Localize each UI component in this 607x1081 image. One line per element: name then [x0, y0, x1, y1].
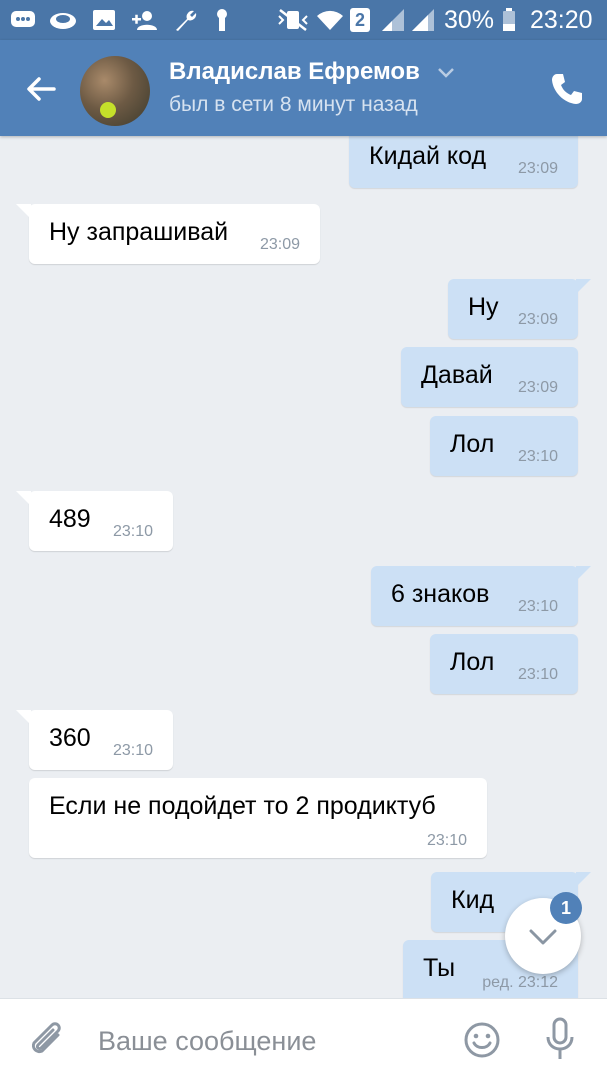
message-outgoing[interactable]: Давай 23:09: [401, 347, 578, 407]
paperclip-icon: [31, 1022, 61, 1054]
battery-icon: [502, 8, 516, 32]
unread-count-badge: 1: [550, 892, 582, 924]
vibrate-mute-icon: [276, 8, 310, 32]
message-text: Ну запрашивай: [49, 218, 229, 246]
message-text: Ну: [468, 293, 499, 321]
attach-button[interactable]: [28, 1019, 68, 1063]
keyhole-icon: [214, 8, 230, 32]
message-text: Если не подойдет то 2 продиктуб: [49, 792, 436, 820]
message-time: 23:09: [517, 160, 558, 177]
status-bar: 2 30% 23:20: [0, 0, 607, 40]
message-incoming[interactable]: 489 23:10: [16, 491, 173, 551]
wrench-icon: [172, 8, 198, 32]
message-text: Давай: [421, 361, 493, 389]
message-incoming[interactable]: Если не подойдет то 2 продиктуб 23:10: [29, 778, 487, 858]
message-time: 23:10: [517, 598, 558, 615]
message-incoming[interactable]: 360 23:10: [16, 710, 173, 770]
message-time: 23:10: [426, 832, 467, 849]
image-notification-icon: [92, 8, 116, 32]
message-time: ред. 23:12: [482, 974, 558, 991]
message-text: Лол: [450, 648, 495, 676]
wifi-icon: [316, 8, 344, 32]
message-text: Лол: [450, 430, 495, 458]
chat-header: Владислав Ефремов был в сети 8 минут наз…: [0, 40, 607, 136]
phone-icon: [552, 74, 582, 104]
avatar-highlight: [100, 102, 116, 118]
call-button[interactable]: [548, 70, 586, 108]
message-time: 23:10: [517, 448, 558, 465]
last-seen-status: был в сети 8 минут назад: [169, 93, 418, 116]
message-list[interactable]: Кидай код 23:09 Ну запрашивай 23:09 Ну 2…: [0, 136, 607, 998]
message-outgoing[interactable]: 6 знаков 23:10: [371, 566, 591, 626]
message-time: 23:09: [517, 379, 558, 396]
message-time: 23:09: [517, 311, 558, 328]
message-text: Ты: [423, 954, 456, 982]
emoji-button[interactable]: [463, 1021, 501, 1059]
add-friend-icon: [130, 8, 160, 32]
message-text: 360: [49, 724, 91, 752]
message-time: 23:10: [112, 742, 153, 759]
message-text: 6 знаков: [391, 580, 490, 608]
message-outgoing[interactable]: Кидай код 23:09: [349, 136, 578, 188]
smiley-icon: [464, 1022, 500, 1058]
message-time: 23:10: [517, 666, 558, 683]
battery-percent: 30%: [444, 6, 495, 34]
message-outgoing[interactable]: Ну 23:09: [448, 279, 591, 339]
back-arrow-icon: [27, 77, 56, 101]
message-time: 23:09: [259, 236, 300, 253]
chevron-down-icon[interactable]: [437, 64, 455, 82]
voice-message-button[interactable]: [544, 1017, 576, 1061]
message-outgoing[interactable]: Лол 23:10: [430, 634, 578, 694]
contact-avatar[interactable]: [80, 56, 150, 126]
chat-notification-icon: [10, 8, 36, 32]
microphone-icon: [546, 1017, 574, 1059]
contact-name[interactable]: Владислав Ефремов: [169, 58, 420, 86]
clock: 23:20: [530, 6, 593, 34]
message-composer: [0, 998, 607, 1081]
message-input[interactable]: [96, 1019, 440, 1063]
message-outgoing[interactable]: Лол 23:10: [430, 416, 578, 476]
message-text: 489: [49, 505, 91, 533]
game-notification-icon: [48, 8, 78, 32]
chevron-down-icon: [529, 929, 557, 945]
back-button[interactable]: [20, 68, 62, 110]
message-text: Кидай код: [369, 142, 487, 170]
sim-2-icon: 2: [350, 8, 370, 32]
message-incoming[interactable]: Ну запрашивай 23:09: [16, 204, 320, 264]
message-time: 23:10: [112, 523, 153, 540]
message-text: Кид: [451, 886, 495, 914]
signal-2-icon: [410, 8, 436, 32]
signal-1-icon: [380, 8, 406, 32]
